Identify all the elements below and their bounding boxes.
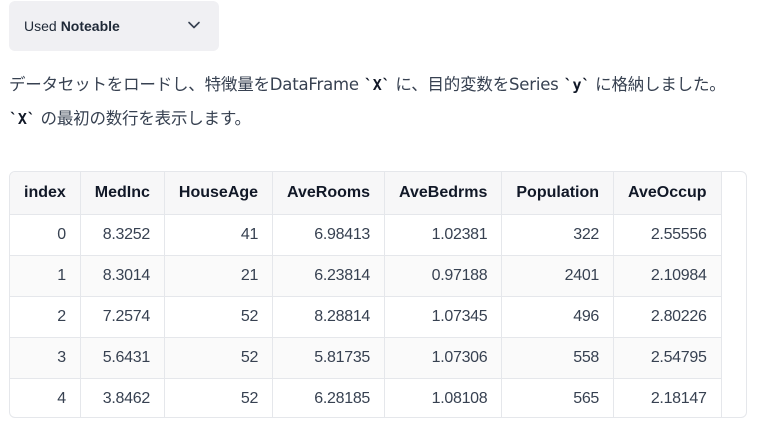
table-cell: 52 <box>164 296 274 338</box>
table-cell: 3.8462 <box>80 378 165 417</box>
table-cell: 2.18147 <box>613 378 722 417</box>
table-cell: 1.07345 <box>384 296 503 338</box>
table-cell: 5.81735 <box>272 337 386 379</box>
table-cell: 8.3252 <box>80 214 165 256</box>
table-row: 2 7.2574 52 8.28814 1.07345 496 2.80226 <box>10 296 722 338</box>
column-header-aveoccup: AveOccup <box>613 172 722 215</box>
table-header-row: index MedInc HouseAge AveRooms AveBedrms Popu… <box>10 172 722 215</box>
message-line-2: `X` の最初の数行を表示します。 <box>9 102 764 136</box>
table-cell: 1.08108 <box>384 378 503 417</box>
table-cell: 1 <box>10 255 81 297</box>
assistant-message: データセットをロードし、特徴量をDataFrame `X` に、目的変数をSer… <box>9 68 764 136</box>
table-cell: 2.10984 <box>613 255 722 297</box>
table-cell: 41 <box>164 214 274 256</box>
table-cell: 1.02381 <box>384 214 503 256</box>
column-header-index: index <box>10 172 81 215</box>
table-cell: 0.97188 <box>384 255 503 297</box>
plugin-used-toggle[interactable]: Used Noteable <box>9 1 219 51</box>
table-row: 3 5.6431 52 5.81735 1.07306 558 2.54795 <box>10 337 722 379</box>
table-cell: 496 <box>501 296 615 338</box>
table-cell: 8.28814 <box>272 296 386 338</box>
column-header-averooms: AveRooms <box>272 172 386 215</box>
message-line-1: データセットをロードし、特徴量をDataFrame `X` に、目的変数をSer… <box>9 68 764 102</box>
table-cell: 52 <box>164 378 274 417</box>
table-row: 4 3.8462 52 6.28185 1.08108 565 2.18147 <box>10 378 722 417</box>
message-text: に、目的変数をSeries <box>390 75 564 94</box>
column-header-avebedrms: AveBedrms <box>384 172 503 215</box>
table-cell: 6.28185 <box>272 378 386 417</box>
dataframe-table: index MedInc HouseAge AveRooms AveBedrms Popu… <box>10 172 722 417</box>
inline-code-y: `y` <box>563 76 591 94</box>
plugin-name: Noteable <box>60 18 120 34</box>
column-header-population: Population <box>501 172 615 215</box>
table-cell: 8.3014 <box>80 255 165 297</box>
table-cell: 2.80226 <box>613 296 722 338</box>
table-cell: 2 <box>10 296 81 338</box>
inline-code-x: `X` <box>363 76 391 94</box>
table-cell: 6.98413 <box>272 214 386 256</box>
table-cell: 2.54795 <box>613 337 722 379</box>
table-cell: 322 <box>501 214 615 256</box>
table-cell: 3 <box>10 337 81 379</box>
inline-code-x: `X` <box>9 110 36 128</box>
table-cell: 565 <box>501 378 615 417</box>
table-cell: 2.55556 <box>613 214 722 256</box>
message-text: の最初の数行を表示します。 <box>35 109 251 128</box>
dataframe-table-container[interactable]: index MedInc HouseAge AveRooms AveBedrms Popu… <box>9 171 747 418</box>
table-cell: 5.6431 <box>80 337 165 379</box>
message-text: に格納しました。 <box>590 75 726 94</box>
chevron-down-icon <box>188 21 200 29</box>
column-header-medinc: MedInc <box>80 172 165 215</box>
table-cell: 2401 <box>501 255 615 297</box>
table-row: 0 8.3252 41 6.98413 1.02381 322 2.55556 <box>10 214 722 256</box>
table-cell: 7.2574 <box>80 296 165 338</box>
table-row: 1 8.3014 21 6.23814 0.97188 2401 2.10984 <box>10 255 722 297</box>
table-cell: 4 <box>10 378 81 417</box>
column-header-houseage: HouseAge <box>164 172 274 215</box>
table-cell: 0 <box>10 214 81 256</box>
table-cell: 6.23814 <box>272 255 386 297</box>
plugin-used-label: Used <box>24 18 57 34</box>
table-cell: 558 <box>501 337 615 379</box>
table-cell: 21 <box>164 255 274 297</box>
message-text: データセットをロードし、特徴量をDataFrame <box>9 75 364 94</box>
table-cell: 52 <box>164 337 274 379</box>
table-cell: 1.07306 <box>384 337 503 379</box>
